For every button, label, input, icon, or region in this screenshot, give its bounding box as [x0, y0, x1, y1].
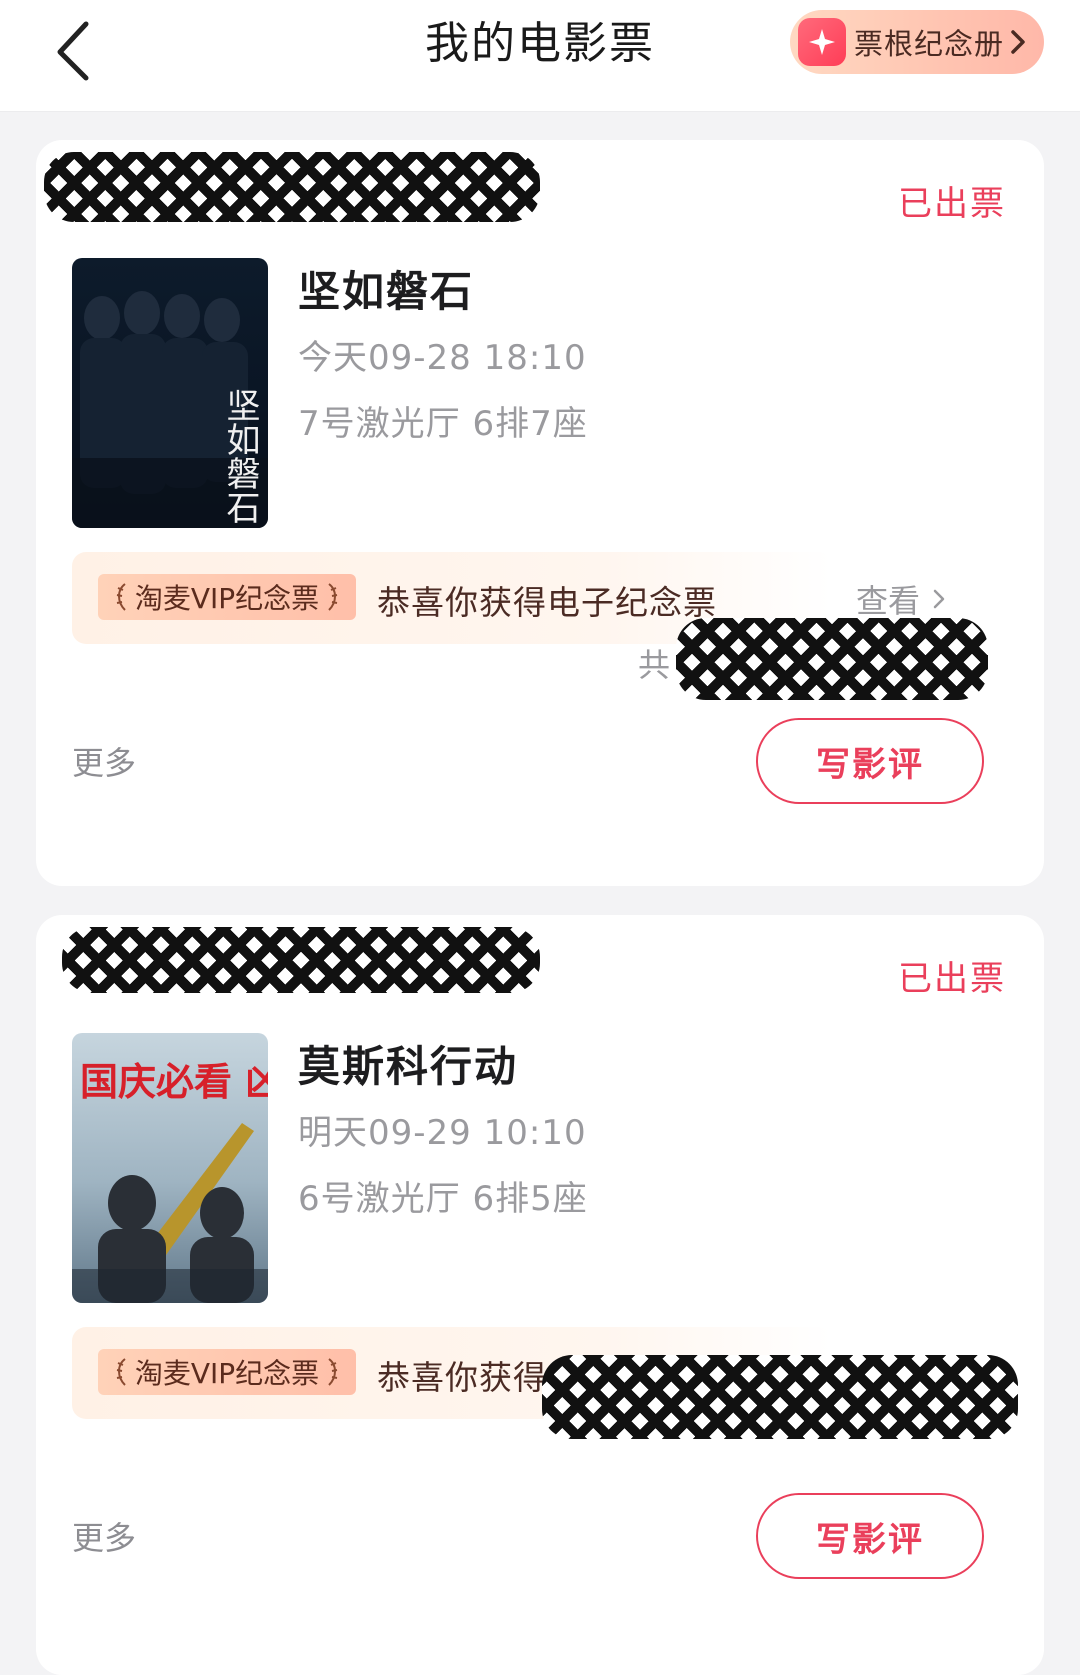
write-review-button[interactable]: 写影评 — [756, 1493, 984, 1579]
chevron-right-icon — [933, 589, 945, 609]
top-nav-bar: 我的电影票 票根纪念册 — [0, 0, 1080, 112]
movie-poster[interactable]: 坚如磐石 — [72, 258, 268, 528]
poster-headline-text: 国庆必看 凶猛大片 — [80, 1060, 268, 1104]
poster-title-text: 坚如磐石 — [220, 388, 260, 524]
total-price-prefix: 共 — [638, 646, 671, 684]
vip-badge-label: 淘麦VIP纪念票 — [134, 582, 320, 615]
redacted-cinema-name — [62, 927, 540, 993]
laurel-right-icon — [328, 583, 338, 611]
show-time: 今天09-28 18:10 — [298, 338, 587, 378]
laurel-left-icon — [116, 583, 126, 611]
more-link[interactable]: 更多 — [72, 1513, 136, 1559]
redacted-total-price — [676, 618, 988, 700]
movie-title: 坚如磐石 — [298, 267, 475, 316]
laurel-right-icon — [328, 1358, 338, 1386]
redacted-cinema-name — [44, 152, 540, 222]
movie-title: 莫斯科行动 — [298, 1042, 519, 1091]
more-link[interactable]: 更多 — [72, 738, 136, 784]
redacted-total-price — [542, 1355, 1018, 1439]
ticket-status: 已出票 — [898, 184, 1006, 224]
ticket-status: 已出票 — [898, 959, 1006, 999]
ticket-card[interactable]: 已出票 国庆必看 凶猛大片 莫斯科行动 明天09-29 10:10 6号激光厅 … — [36, 915, 1044, 1675]
ticket-album-button[interactable]: 票根纪念册 — [790, 10, 1044, 74]
show-time: 明天09-29 10:10 — [298, 1113, 587, 1153]
vip-badge-label: 淘麦VIP纪念票 — [134, 1357, 320, 1390]
view-souvenir-link[interactable]: 查看 — [856, 576, 950, 622]
movie-poster[interactable]: 国庆必看 凶猛大片 — [72, 1033, 268, 1303]
vip-badge: 淘麦VIP纪念票 — [98, 1349, 356, 1395]
view-label: 查看 — [856, 582, 921, 620]
laurel-left-icon — [116, 1358, 126, 1386]
sparkle-icon — [798, 18, 846, 66]
hall-seat: 6号激光厅 6排5座 — [298, 1179, 588, 1219]
ticket-card[interactable]: 已出票 坚如磐石 坚如磐石 今天09-28 18:10 7号激光厅 6排7座 淘… — [36, 140, 1044, 886]
ticket-album-label: 票根纪念册 — [854, 27, 1005, 61]
chevron-right-icon — [1011, 30, 1025, 54]
hall-seat: 7号激光厅 6排7座 — [298, 404, 588, 444]
write-review-button[interactable]: 写影评 — [756, 718, 984, 804]
vip-message: 恭喜你获得电子纪念票 — [377, 583, 717, 622]
vip-badge: 淘麦VIP纪念票 — [98, 574, 356, 620]
